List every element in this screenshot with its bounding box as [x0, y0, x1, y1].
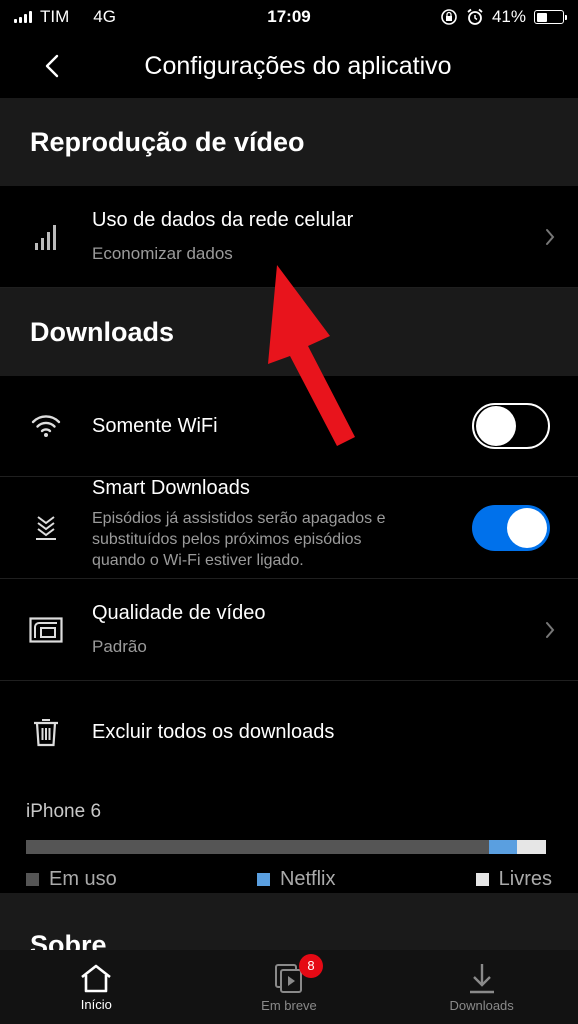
tab-coming-soon-label: Em breve [261, 997, 317, 1013]
page-title: Configurações do aplicativo [144, 51, 452, 80]
tab-coming-soon[interactable]: 8 Em breve [209, 953, 369, 1013]
legend-netflix-label: Netflix [279, 868, 336, 890]
storage-legend: Em uso Netflix Livres [26, 868, 552, 891]
home-icon [81, 964, 112, 992]
rotation-lock-icon [441, 9, 457, 25]
video-quality-icon [29, 616, 63, 643]
signal-bars-icon [35, 224, 56, 250]
video-quality-title: Qualidade de vídeo [92, 602, 266, 624]
smart-downloads-row: Smart Downloads Episódios já assistidos … [0, 477, 578, 579]
storage-bar-used [26, 840, 489, 854]
status-left: TIM 4G [14, 7, 116, 27]
smart-downloads-icon [36, 515, 56, 540]
smart-downloads-desc-line: quando o Wi-Fi estiver ligado. [92, 551, 304, 569]
legend-used-label: Em uso [49, 868, 117, 890]
trash-icon [34, 719, 58, 747]
cellular-data-row[interactable]: Uso de dados da rede celular Economizar … [0, 186, 578, 288]
legend-swatch-free [475, 873, 489, 886]
storage-bar [26, 840, 546, 854]
alarm-icon [467, 8, 483, 25]
storage-bar-free [517, 840, 546, 854]
download-icon [469, 963, 494, 993]
smart-downloads-description: Episódios já assistidos serão apagados e… [92, 508, 472, 571]
section-header-about: Sobre [30, 929, 107, 951]
video-quality-subtitle: Padrão [92, 637, 147, 656]
back-button[interactable] [36, 48, 68, 84]
wifi-only-toggle[interactable] [472, 403, 550, 449]
battery-icon [534, 10, 567, 24]
wifi-only-row: Somente WiFi [0, 376, 578, 477]
delete-all-downloads-title: Excluir todos os downloads [92, 720, 335, 743]
storage-bar-netflix [488, 840, 518, 854]
cellular-data-subtitle: Economizar dados [92, 244, 233, 263]
section-header-downloads: Downloads [30, 316, 175, 347]
smart-downloads-desc-line: substituídos pelos próximos episódios [92, 530, 362, 548]
smart-downloads-desc-line: Episódios já assistidos serão apagados e [92, 509, 386, 527]
carrier-label: TIM [40, 7, 70, 26]
video-quality-row[interactable]: Qualidade de vídeo Padrão [0, 579, 578, 681]
nav-header: Configurações do aplicativo [0, 34, 578, 98]
status-right: 41% [440, 7, 567, 27]
smart-downloads-toggle[interactable] [472, 504, 550, 551]
tab-downloads-label: Downloads [449, 997, 514, 1013]
legend-swatch-netflix [256, 873, 270, 886]
legend-free-label: Livres [498, 868, 552, 890]
wifi-icon [31, 415, 61, 437]
cellular-data-title: Uso de dados da rede celular [92, 209, 354, 231]
storage-panel: iPhone 6 Em uso Netflix Livres [0, 783, 578, 893]
chevron-right-icon [546, 621, 555, 638]
legend-swatch-used [26, 873, 39, 886]
smart-downloads-title: Smart Downloads [92, 476, 250, 499]
settings-content: Reprodução de vídeo Uso de dados da rede… [0, 98, 578, 950]
tab-bar: Início 8 Em breve Downloads [0, 950, 578, 1024]
storage-device-name: iPhone 6 [26, 801, 102, 822]
battery-percent: 41% [491, 7, 526, 26]
status-bar: TIM 4G 17:09 41% [0, 0, 578, 34]
coming-soon-badge: 8 [298, 953, 323, 978]
network-label: 4G [93, 7, 116, 26]
wifi-only-title: Somente WiFi [92, 414, 218, 437]
chevron-left-icon [45, 54, 59, 78]
cell-signal-icon [14, 11, 32, 23]
tab-downloads[interactable]: Downloads [402, 962, 562, 1013]
section-header-video: Reprodução de vídeo [30, 126, 305, 157]
tab-home-label: Início [80, 996, 112, 1012]
delete-all-downloads-row[interactable]: Excluir todos os downloads [0, 681, 578, 783]
chevron-right-icon [546, 228, 555, 245]
tab-home[interactable]: Início [16, 963, 176, 1012]
